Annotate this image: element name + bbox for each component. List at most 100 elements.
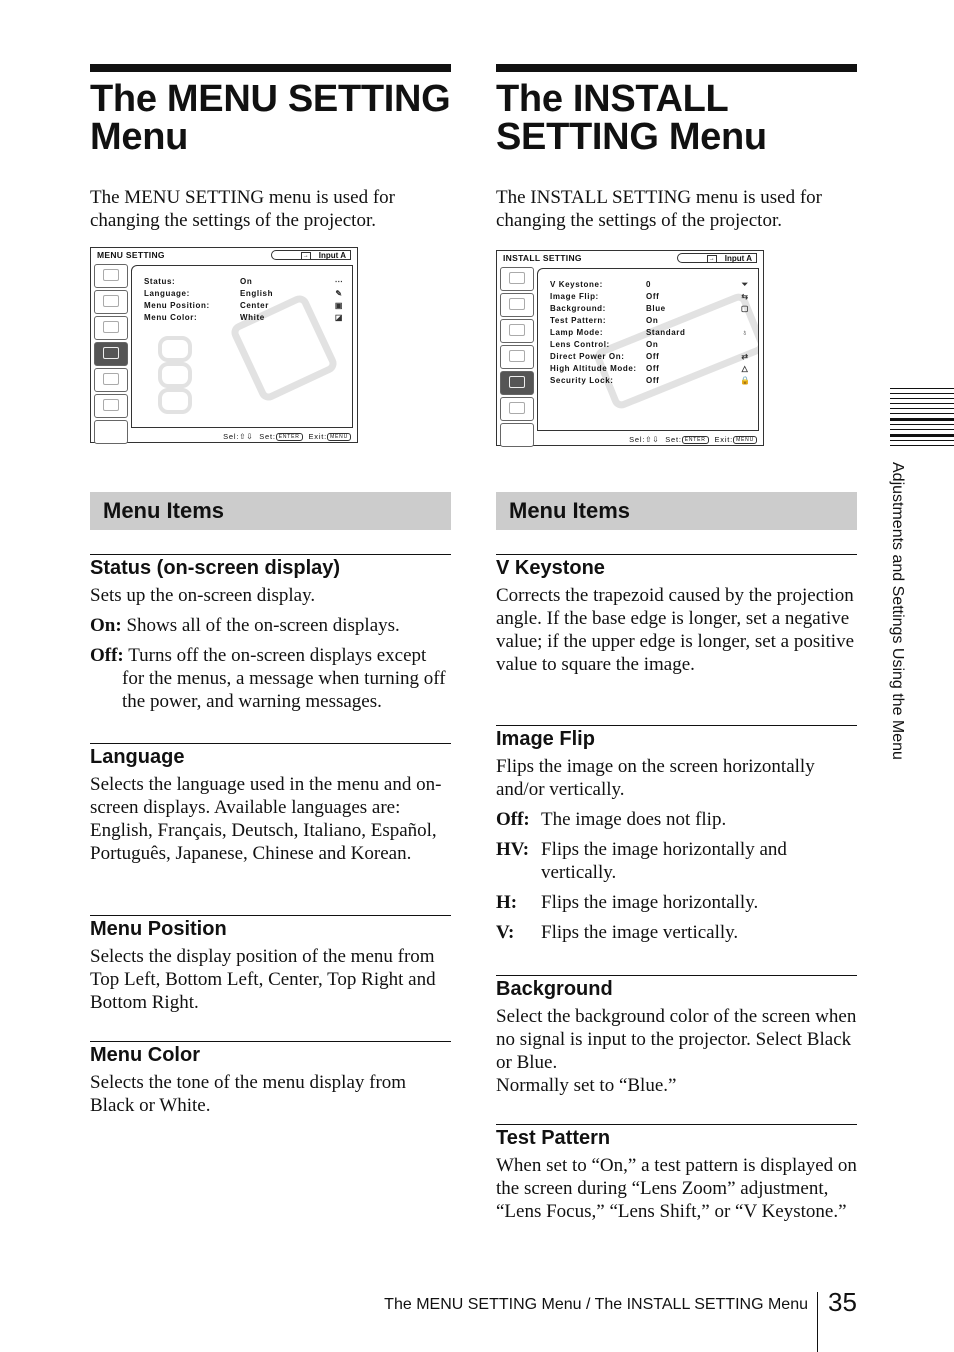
footer-divider (817, 1292, 818, 1352)
intro-text: The MENU SETTING menu is used for changi… (90, 187, 396, 231)
osd-setting-row: Lamp Mode: Standard ♁ (550, 327, 750, 339)
osd-setting-label: V Keystone: (550, 280, 603, 289)
set-label: Set: (259, 431, 276, 441)
blank-tab (94, 420, 128, 444)
osd-title: MENU SETTING (97, 250, 165, 260)
input-tab-icon (94, 290, 128, 314)
set-label: Set: (665, 434, 682, 444)
def-desc: Flips the image horizontally. (541, 892, 759, 913)
side-tab-label: Adjustments and Settings Using the Menu (884, 462, 914, 832)
osd-setting-label: Menu Position: (144, 301, 210, 310)
section-header: Menu Items (90, 492, 451, 530)
item-background: Background Select the background color o… (496, 975, 857, 1104)
item-status: Status (on-screen display) Sets up the o… (90, 554, 451, 720)
sel-label: Sel: (223, 431, 240, 441)
info-tab-icon (500, 397, 534, 421)
item-text: Corrects the trapezoid caused by the pro… (496, 585, 855, 675)
osd-setting-row: Test Pattern: On (550, 315, 750, 327)
osd-setting-label: Lens Control: (550, 340, 610, 349)
item-heading: Status (on-screen display) (90, 557, 341, 579)
menu-setting-column: The MENU SETTING Menu The MENU SETTING m… (90, 64, 451, 1116)
osd-input-label: Input A (318, 251, 346, 260)
item-text-note: Normally set to “Blue.” (496, 1075, 677, 1096)
osd-setting-value: Standard (646, 328, 686, 337)
watermark-box (158, 336, 192, 362)
osd-setting-value: Off (646, 292, 660, 301)
lamp-icon: ♁ (741, 328, 749, 337)
osd-setting-label: Language: (144, 289, 190, 298)
menu-color-icon: ◪ (334, 313, 344, 322)
def-term: V: (496, 922, 515, 943)
item-heading: Menu Position (90, 918, 227, 940)
osd-setting-value: On (240, 277, 253, 286)
menu-key-icon: MENU (327, 433, 351, 441)
install-setting-column: The INSTALL SETTING Menu The INSTALL SET… (496, 64, 857, 1222)
input-tab-icon (500, 293, 534, 317)
lock-icon: 🔒 (740, 376, 751, 385)
osd-setting-row: Image Flip: Off ⇆ (550, 291, 750, 303)
def-term: Off: (496, 809, 530, 830)
def-desc: Flips the image horizontally and vertica… (541, 839, 787, 883)
item-text: Sets up the on-screen display. (90, 585, 316, 606)
language-icon: ✎ (335, 289, 343, 298)
osd-setting-label: Status: (144, 277, 176, 286)
osd-setting-row: Status: On ⋯ (144, 276, 344, 288)
adjust-tab-icon (94, 316, 128, 340)
osd-setting-label: Security Lock: (550, 376, 614, 385)
osd-setting-value: On (646, 340, 659, 349)
title-line-2: Menu (90, 116, 189, 158)
menu-tab-icon (94, 342, 128, 366)
definition-on: On: Shows all of the on-screen displays. (90, 614, 451, 637)
osd-setting-row: Menu Position: Center ▣ (144, 300, 344, 312)
osd-setting-value: On (646, 316, 659, 325)
intro-text: The INSTALL SETTING menu is used for cha… (496, 187, 822, 231)
def-desc: The image does not flip. (541, 809, 727, 830)
item-text: Selects the tone of the menu display fro… (90, 1072, 407, 1116)
item-heading: Language (90, 746, 185, 768)
picture-tab-icon (500, 267, 534, 291)
exit-label: Exit: (714, 434, 734, 444)
definition-hv: HV: Flips the image horizontally and vert… (496, 838, 857, 884)
item-menu-position: Menu Position Selects the display positi… (90, 915, 451, 1021)
osd-setting-label: Menu Color: (144, 313, 198, 322)
adjust-tab-icon (500, 319, 534, 343)
watermark-box (158, 362, 192, 388)
osd-setting-row: Background: Blue ▢ (550, 303, 750, 315)
osd-panel: V Keystone: 0 ⏷ Image Flip: Off ⇆ Background: B… (537, 268, 759, 431)
empty-icon-slot (740, 315, 750, 327)
osd-setting-value: Off (646, 352, 660, 361)
arrow-keys-icon: ⇧⇩ (645, 434, 660, 444)
item-v-keystone: V Keystone Corrects the trapezoid caused… (496, 554, 857, 683)
keystone-icon: ⏷ (741, 280, 749, 289)
watermark-box (158, 388, 192, 414)
osd-setting-row: Menu Color: White ◪ (144, 312, 344, 324)
def-term: Off: (90, 645, 124, 666)
osd-setting-value: Off (646, 364, 660, 373)
item-text: Flips the image on the screen horizontal… (496, 756, 815, 800)
install-setting-osd-screenshot: INSTALL SETTING → Input A V Keystone: 0 ⏷ Im… (496, 250, 764, 447)
status-icon: ⋯ (334, 277, 344, 286)
section-header: Menu Items (496, 492, 857, 530)
osd-setting-value: English (240, 289, 274, 298)
menu-tab-icon (500, 345, 534, 369)
item-text: Selects the language used in the menu an… (90, 774, 442, 864)
page-title: The INSTALL SETTING Menu (496, 80, 857, 156)
enter-key-icon: ENTER (681, 436, 709, 444)
item-heading: Test Pattern (496, 1127, 611, 1149)
image-flip-icon: ⇆ (741, 292, 749, 301)
exit-label: Exit: (308, 431, 328, 441)
osd-rows: Status: On ⋯ Language: English ✎ Menu Position… (144, 276, 344, 324)
osd-rows: V Keystone: 0 ⏷ Image Flip: Off ⇆ Background: B… (550, 279, 750, 387)
item-heading: V Keystone (496, 557, 605, 579)
item-test-pattern: Test Pattern When set to “On,” a test pa… (496, 1124, 857, 1230)
title-rule (496, 64, 857, 72)
osd-setting-label: Test Pattern: (550, 316, 607, 325)
definition-off: Off: The image does not flip. (496, 808, 857, 831)
item-heading: Background (496, 978, 613, 1000)
osd-setting-row: V Keystone: 0 ⏷ (550, 279, 750, 291)
osd-setting-label: High Altitude Mode: (550, 364, 637, 373)
osd-setting-value: Blue (646, 304, 666, 313)
install-tab-icon (500, 371, 534, 395)
item-language: Language Selects the language used in th… (90, 743, 451, 872)
item-text: Selects the display position of the menu… (90, 946, 436, 1013)
